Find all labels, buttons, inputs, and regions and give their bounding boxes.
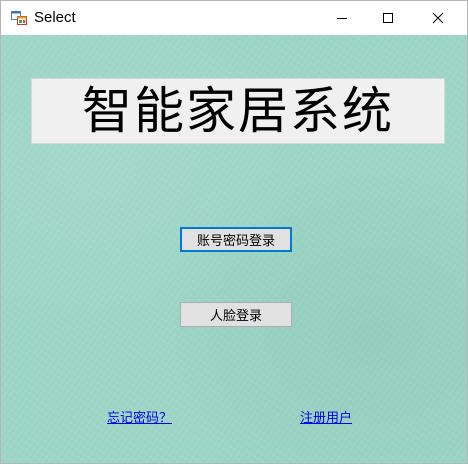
account-password-login-button[interactable]: 账号密码登录 [180,227,292,252]
form-client-area: 智能家居系统 账号密码登录 人脸登录 忘记密码？ 注册用户 [1,35,467,463]
register-user-link[interactable]: 注册用户 [300,407,352,426]
system-title: 智能家居系统 [82,82,394,140]
app-window: Select 智能家居系统 账号密码登录 人脸登录 忘记密码？ 注册用户 [0,0,468,464]
face-login-button[interactable]: 人脸登录 [180,302,292,327]
maximize-icon [382,9,394,28]
forgot-password-link[interactable]: 忘记密码？ [107,407,172,426]
system-title-banner: 智能家居系统 [31,78,445,144]
maximize-button[interactable] [365,1,411,35]
close-icon [432,9,444,28]
close-button[interactable] [415,1,461,35]
minimize-button[interactable] [319,1,365,35]
app-form-icon [11,10,27,26]
minimize-icon [336,9,348,28]
title-bar[interactable]: Select [1,1,467,35]
window-title: Select [34,9,76,26]
